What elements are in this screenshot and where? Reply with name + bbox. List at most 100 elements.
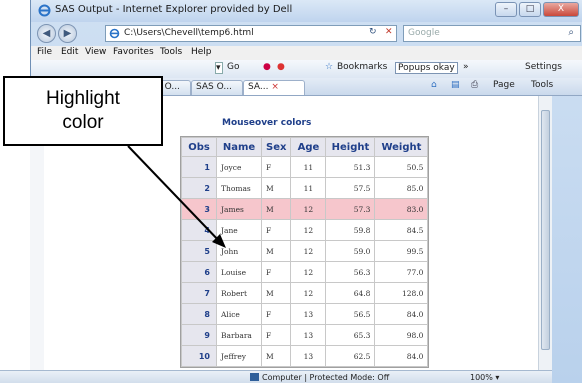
page-menu[interactable]: Page	[493, 80, 515, 90]
settings-button[interactable]: Settings	[525, 62, 562, 72]
cell-sex: M	[262, 178, 291, 198]
cell-sex: F	[262, 157, 291, 177]
menu-bar: File Edit View Favorites Tools Help	[31, 46, 582, 60]
popups-button[interactable]: Popups okay	[395, 62, 458, 74]
menu-edit[interactable]: Edit	[61, 47, 78, 57]
cell-age: 12	[291, 241, 326, 261]
cell-obs: 7	[182, 283, 216, 303]
cell-obs: 9	[182, 325, 216, 345]
cell-obs: 5	[182, 241, 216, 261]
report-title: Mouseover colors	[222, 118, 312, 128]
cell-age: 12	[291, 283, 326, 303]
home-icon[interactable]: ⌂	[431, 80, 437, 90]
cell-name: Joyce	[217, 157, 261, 177]
cell-name: John	[217, 241, 261, 261]
go-button[interactable]: Go	[227, 62, 239, 72]
cell-age: 11	[291, 157, 326, 177]
close-button[interactable]: X	[543, 2, 579, 17]
cell-height: 59.0	[326, 241, 375, 261]
table-row[interactable]: 4 Jane F 12 59.8 84.5	[182, 220, 428, 240]
cell-sex: M	[262, 199, 291, 219]
table-row[interactable]: 1 Joyce F 11 51.3 50.5	[182, 157, 428, 177]
tab-label: SA...	[248, 82, 269, 92]
cell-name: Thomas	[217, 178, 261, 198]
callout-line-2: color	[62, 112, 104, 133]
callout-line-1: Highlight	[46, 88, 120, 109]
refresh-icon[interactable]: ↻	[369, 27, 377, 37]
menu-favorites[interactable]: Favorites	[113, 47, 154, 57]
close-tab-icon[interactable]: ×	[271, 82, 279, 92]
table-row[interactable]: 3 James M 12 57.3 83.0	[182, 199, 428, 219]
window-title: SAS Output - Internet Explorer provided …	[55, 4, 293, 15]
column-header-name: Name	[217, 138, 261, 156]
menu-view[interactable]: View	[85, 47, 106, 57]
address-bar-row: ◀ ▶ C:\Users\Chevell\temp6.html ↻ ✕ Goog…	[31, 22, 582, 46]
table-row[interactable]: 2 Thomas M 11 57.5 85.0	[182, 178, 428, 198]
cell-weight: 50.5	[375, 157, 428, 177]
cell-sex: M	[262, 346, 291, 366]
toolbar-extension-icon[interactable]: ●	[263, 62, 271, 72]
stop-icon[interactable]: ✕	[385, 27, 393, 37]
cell-weight: 98.0	[375, 325, 428, 345]
cell-age: 12	[291, 199, 326, 219]
more-chevron-icon[interactable]: »	[463, 62, 469, 72]
search-icon[interactable]: ⌕	[568, 27, 574, 38]
back-arrow-icon: ◀	[42, 28, 51, 39]
vertical-scrollbar[interactable]	[538, 96, 552, 370]
cell-name: Barbara	[217, 325, 261, 345]
table-row[interactable]: 6 Louise F 12 56.3 77.0	[182, 262, 428, 282]
column-header-weight: Weight	[375, 138, 428, 156]
cell-sex: M	[262, 241, 291, 261]
print-icon[interactable]: ⎙	[471, 80, 478, 90]
tab-sas-output-3[interactable]: SA... ×	[243, 80, 305, 95]
tools-menu[interactable]: Tools	[531, 80, 553, 90]
cell-name: Robert	[217, 283, 261, 303]
highlight-callout: Highlight color	[3, 76, 163, 146]
menu-tools[interactable]: Tools	[160, 47, 182, 57]
cell-height: 62.5	[326, 346, 375, 366]
page-icon	[109, 28, 120, 39]
table-row[interactable]: 5 John M 12 59.0 99.5	[182, 241, 428, 261]
table-row[interactable]: 8 Alice F 13 56.5 84.0	[182, 304, 428, 324]
search-placeholder: Google	[408, 28, 440, 38]
address-text: C:\Users\Chevell\temp6.html	[124, 28, 254, 38]
address-field[interactable]: C:\Users\Chevell\temp6.html	[105, 25, 397, 42]
bookmarks-button[interactable]: Bookmarks	[337, 62, 387, 72]
cell-height: 59.8	[326, 220, 375, 240]
cell-weight: 77.0	[375, 262, 428, 282]
cell-obs: 4	[182, 220, 216, 240]
cell-age: 12	[291, 262, 326, 282]
cell-weight: 84.0	[375, 346, 428, 366]
column-header-age: Age	[291, 138, 326, 156]
maximize-button[interactable]: □	[519, 2, 541, 17]
minimize-button[interactable]: –	[495, 2, 517, 17]
tab-label: SAS O...	[196, 82, 232, 92]
cell-weight: 128.0	[375, 283, 428, 303]
table-header-row: Obs Name Sex Age Height Weight	[182, 138, 428, 156]
status-protected-mode: Computer | Protected Mode: Off	[250, 373, 389, 382]
table-row[interactable]: 10 Jeffrey M 13 62.5 84.0	[182, 346, 428, 366]
back-button[interactable]: ◀	[37, 24, 56, 43]
table-row[interactable]: 9 Barbara F 13 65.3 98.0	[182, 325, 428, 345]
tab-sas-output-2[interactable]: SAS O...	[191, 80, 243, 95]
cell-height: 56.3	[326, 262, 375, 282]
dropdown-icon[interactable]: ▾	[215, 62, 223, 74]
cell-sex: F	[262, 220, 291, 240]
toolbar-extension-icon-2[interactable]: ●	[277, 62, 285, 72]
table-row[interactable]: 7 Robert M 12 64.8 128.0	[182, 283, 428, 303]
column-header-sex: Sex	[262, 138, 291, 156]
cell-age: 13	[291, 325, 326, 345]
scroll-thumb[interactable]	[541, 110, 550, 350]
forward-button[interactable]: ▶	[58, 24, 77, 43]
cell-weight: 83.0	[375, 199, 428, 219]
menu-file[interactable]: File	[37, 47, 52, 57]
menu-help[interactable]: Help	[191, 47, 212, 57]
cell-name: Alice	[217, 304, 261, 324]
ie-logo-icon	[38, 4, 51, 17]
search-input[interactable]: Google ⌕	[403, 25, 581, 42]
table-body: 1 Joyce F 11 51.3 50.5 2 Thomas M 11 57.5 85.0 3 Jame…	[182, 157, 428, 366]
feeds-icon[interactable]: ▤	[451, 80, 460, 90]
zoom-level[interactable]: 100% ▾	[470, 373, 499, 382]
cell-name: Jeffrey	[217, 346, 261, 366]
cell-name: Louise	[217, 262, 261, 282]
